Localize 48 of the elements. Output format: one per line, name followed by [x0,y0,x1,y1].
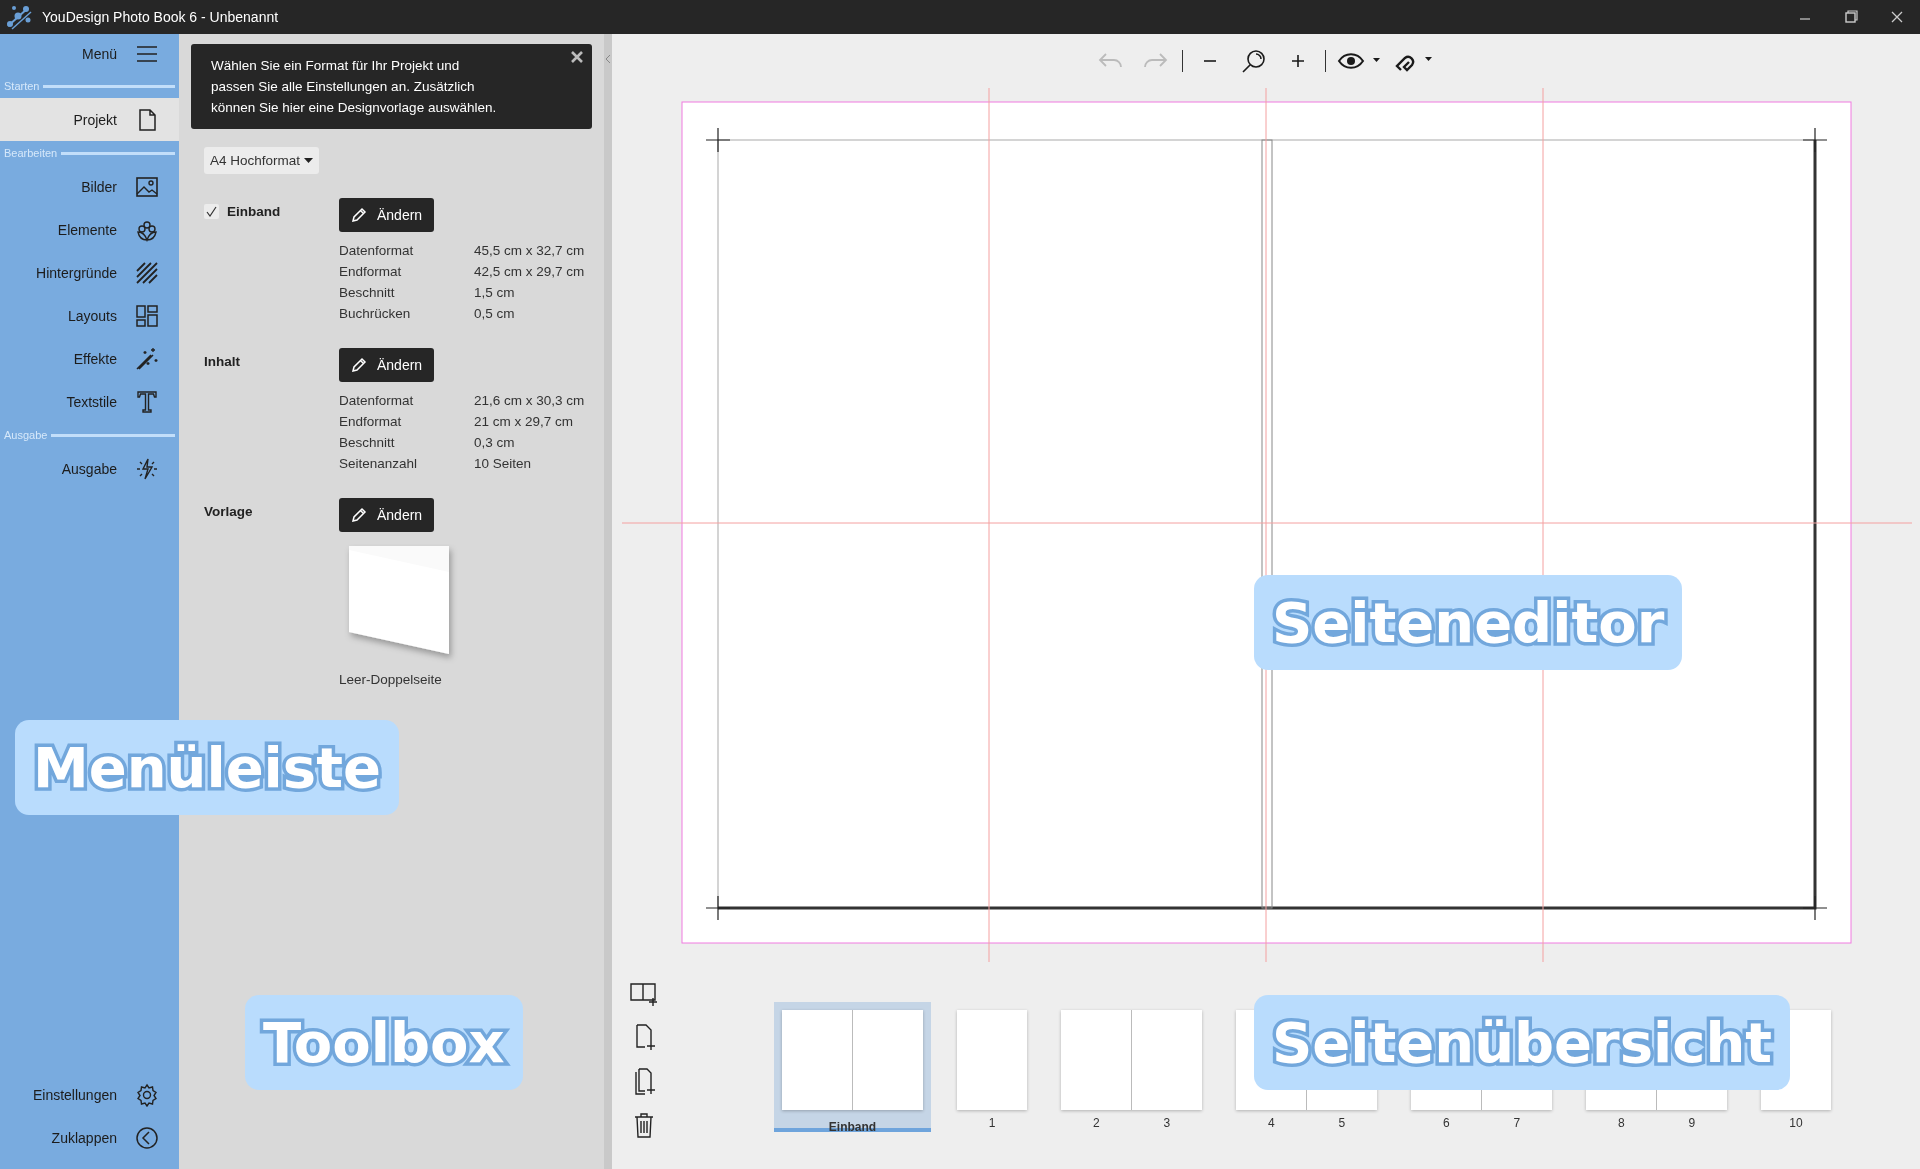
section-title: Inhalt [204,354,240,369]
spec-value: 10 Seiten [474,455,533,473]
page-number: 1 [987,1116,997,1130]
annotation-tooltip: Seiteneditor [1254,575,1683,671]
sidebar-item-label: Layouts [67,307,117,324]
spec-label: Buchrücken [339,305,412,323]
page-number: 4 [1266,1116,1276,1130]
window-title: YouDesign Photo Book 6 - Unbenannt [42,9,279,25]
spec-value: 45,5 cm x 32,7 cm [474,242,586,260]
template-name: Leer-Doppelseite [339,672,443,687]
sidebar-item-label: Elemente [57,221,117,238]
hint-text: Wählen Sie ein Format für Ihr Projekt und passen Sie alle Einstellungen an. Zusätzlich können Sie hier eine Designvorlage auswählen. [211,58,497,115]
annotation-tooltip: Toolbox [245,995,523,1091]
section-header: Bearbeiten [3,147,59,159]
page-number: Einband [827,1120,878,1134]
page-number: 5 [1337,1116,1347,1130]
page-number: 2 [1091,1116,1101,1130]
spec-value: 21 cm x 29,7 cm [474,413,575,431]
page-number: 3 [1162,1116,1172,1130]
sidebar-item-label: Effekte [73,350,117,367]
spec-label: Datenformat [339,392,415,410]
page-number: 9 [1687,1116,1697,1130]
spec-label: Beschnitt [339,284,396,302]
section-title: Einband [227,204,281,219]
spec-label: Beschnitt [339,434,396,452]
spec-value: 1,5 cm [474,284,516,302]
annotation-tooltip: Seitenübersicht [1254,995,1791,1091]
spec-label: Endformat [339,413,403,431]
section-header: Ausgabe [3,429,49,441]
annotation-tooltip: Menüleiste [15,720,399,816]
section-header: Starten [3,80,41,92]
section-title: Vorlage [204,504,253,519]
spec-label: Seitenanzahl [339,455,419,473]
sidebar-item-label: Hintergründe [36,264,117,281]
spec-value: 0,3 cm [474,434,516,452]
spec-label: Datenformat [339,242,415,260]
sidebar-item-label: Projekt [73,111,117,128]
page-number: 6 [1441,1116,1451,1130]
page-number: 7 [1512,1116,1522,1130]
page-number: 10 [1788,1116,1804,1130]
sidebar-item-label: Ausgabe [61,460,117,477]
sidebar-item-label: Textstile [66,393,117,410]
spec-label: Endformat [339,263,403,281]
sidebar-item-label: Bilder [81,178,117,195]
spec-value: 0,5 cm [474,305,516,323]
spec-value: 21,6 cm x 30,3 cm [474,392,586,410]
page-number: 8 [1616,1116,1626,1130]
spec-value: 42,5 cm x 29,7 cm [474,263,586,281]
